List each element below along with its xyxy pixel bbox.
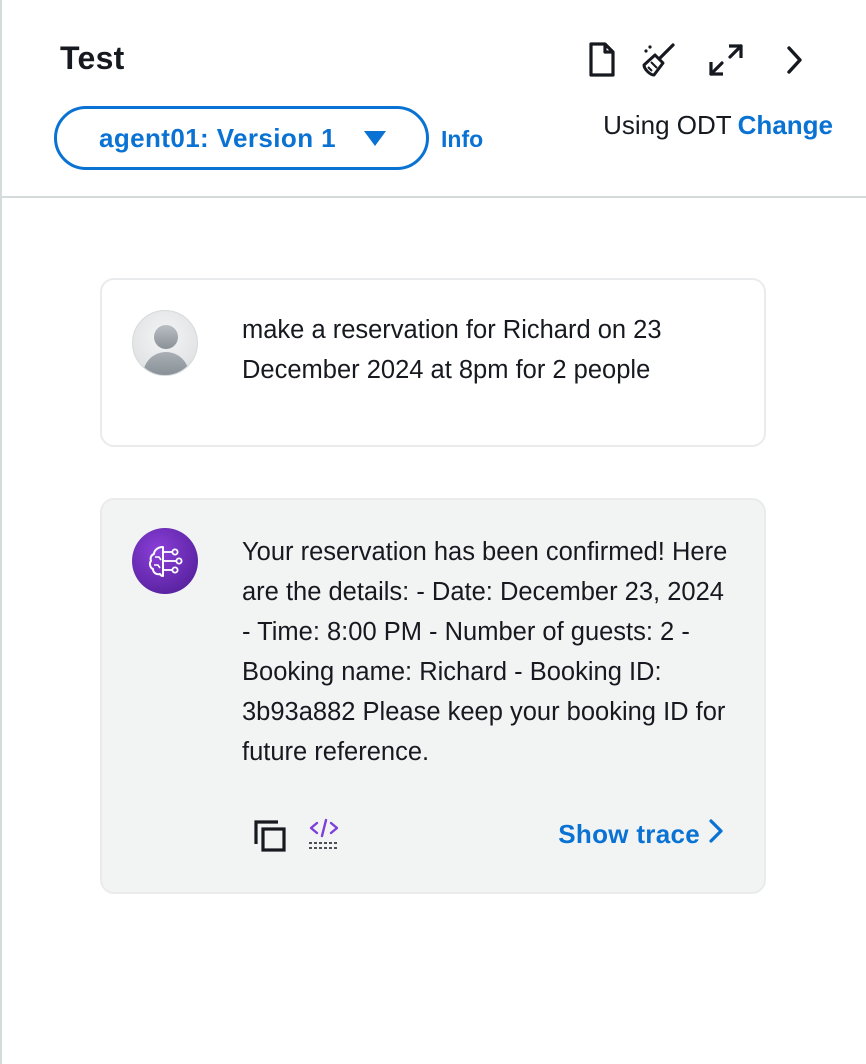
show-trace-link[interactable]: Show trace	[558, 818, 724, 851]
agent-message: Your reservation has been confirmed! Her…	[100, 498, 766, 894]
user-avatar-icon	[132, 310, 198, 376]
odt-label: Using ODT	[603, 110, 732, 140]
user-message-text: make a reservation for Richard on 23 Dec…	[242, 316, 662, 384]
agent-message-text: Your reservation has been confirmed! Her…	[242, 538, 728, 766]
info-link[interactable]: Info	[441, 126, 483, 153]
expand-icon[interactable]	[706, 40, 746, 80]
document-icon[interactable]	[582, 40, 622, 80]
ai-brain-icon	[132, 528, 198, 594]
panel-header: Test agent01: Version 1 Info Using ODT C…	[2, 0, 866, 198]
code-icon[interactable]	[306, 816, 342, 852]
change-link[interactable]: Change	[738, 110, 833, 140]
show-trace-label: Show trace	[558, 819, 700, 849]
test-panel: Test agent01: Version 1 Info Using ODT C…	[0, 0, 866, 1064]
version-select-value: agent01: Version 1	[99, 122, 336, 153]
caret-down-icon	[364, 131, 386, 146]
copy-icon[interactable]	[252, 818, 288, 854]
panel-title: Test	[60, 40, 125, 76]
chevron-right-icon[interactable]	[774, 40, 814, 80]
chevron-right-icon	[708, 818, 724, 851]
agent-version-select[interactable]: agent01: Version 1	[54, 106, 429, 170]
broom-icon[interactable]	[638, 40, 678, 80]
user-message: make a reservation for Richard on 23 Dec…	[100, 278, 766, 447]
odt-status: Using ODT Change	[603, 110, 833, 141]
